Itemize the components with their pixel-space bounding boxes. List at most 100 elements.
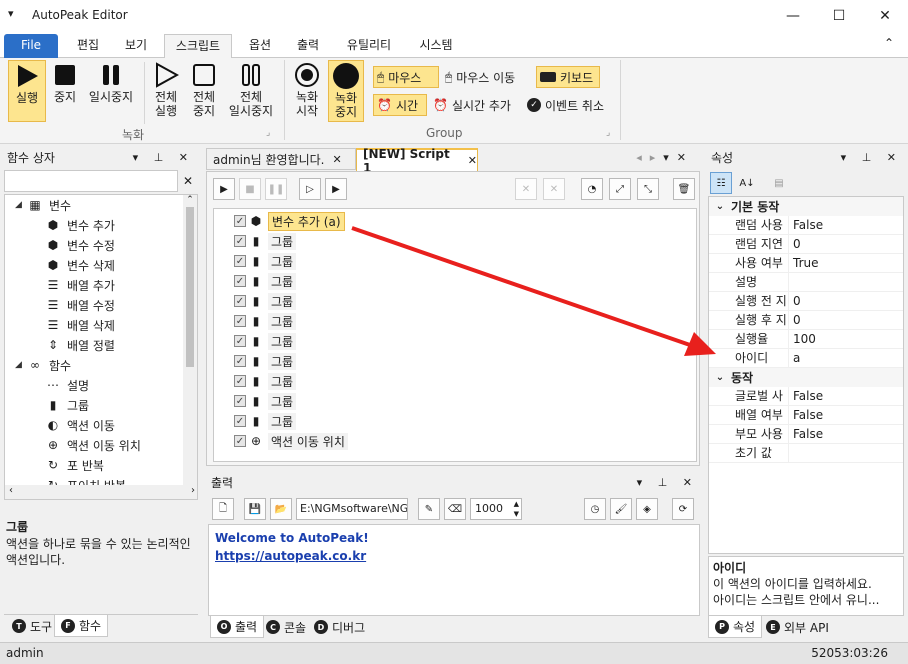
script-row[interactable]: ✓ ▮ 그룹: [234, 311, 696, 331]
tree-item[interactable]: ⊕ 액션 이동 위치: [5, 435, 197, 455]
property-value[interactable]: 0: [789, 292, 801, 311]
tab-console[interactable]: C 콘솔: [260, 616, 312, 638]
script-row[interactable]: ✓ ▮ 그룹: [234, 371, 696, 391]
script-row[interactable]: ✓ ▮ 그룹: [234, 231, 696, 251]
tab-edit[interactable]: 편집: [66, 34, 110, 58]
tree-scrollbar[interactable]: ⌃: [183, 195, 197, 485]
property-row[interactable]: 배열 여부 False: [709, 405, 903, 425]
brush-clear-icon[interactable]: ✎: [418, 498, 440, 520]
script-row[interactable]: ✓ ▮ 그룹: [234, 291, 696, 311]
new-log-icon[interactable]: 🗋: [212, 498, 234, 520]
property-value[interactable]: False: [789, 406, 823, 425]
alphabetical-icon[interactable]: A↓: [736, 172, 758, 194]
pause-all-button[interactable]: 전체 일시중지: [224, 60, 278, 122]
property-row[interactable]: 랜덤 지연 0: [709, 234, 903, 254]
row-checkbox[interactable]: ✓: [234, 375, 246, 387]
minimize-button[interactable]: —: [770, 0, 816, 32]
row-checkbox[interactable]: ✓: [234, 395, 246, 407]
tree-item[interactable]: ⬢ 변수 추가: [5, 215, 197, 235]
eraser-icon[interactable]: ⌫: [444, 498, 466, 520]
refresh-icon[interactable]: ⟳: [672, 498, 694, 520]
pause-icon[interactable]: ❚❚: [265, 178, 287, 200]
tree-category[interactable]: ◢ ▦ 변수: [5, 195, 197, 215]
tree-item[interactable]: ⬢ 변수 수정: [5, 235, 197, 255]
row-checkbox[interactable]: ✓: [234, 235, 246, 247]
expand-toggle-icon[interactable]: ◢: [15, 200, 27, 210]
tree-item[interactable]: ☰ 배열 수정: [5, 295, 197, 315]
scroll-left-icon[interactable]: ‹: [9, 485, 13, 499]
property-row[interactable]: 사용 여부 True: [709, 253, 903, 273]
script-row[interactable]: ✓ ▮ 그룹: [234, 391, 696, 411]
pause-button[interactable]: 일시중지: [84, 60, 138, 122]
run-button[interactable]: 실행: [8, 60, 46, 122]
stepper-arrows-icon[interactable]: ▲ ▼: [514, 499, 519, 519]
tab-tools[interactable]: T 도구: [6, 615, 58, 637]
tab-script[interactable]: 스크립트: [164, 34, 232, 59]
output-link[interactable]: https://autopeak.co.kr: [215, 547, 693, 565]
script-row[interactable]: ✓ ▮ 그룹: [234, 251, 696, 271]
record-stop-button[interactable]: 녹화 중지: [328, 60, 364, 122]
keyboard-record-toggle[interactable]: 키보드: [536, 66, 600, 88]
panel-controls[interactable]: ▾ ⊥ ✕: [841, 148, 902, 168]
collapse-chevron-icon[interactable]: ⌄: [709, 201, 731, 212]
row-checkbox[interactable]: ✓: [234, 215, 246, 227]
tree-category[interactable]: ◢ ∞ 함수: [5, 355, 197, 375]
group-launcher-icon[interactable]: ⌟: [266, 128, 270, 138]
collapse-chevron-icon[interactable]: ⌄: [709, 372, 731, 383]
property-value[interactable]: a: [789, 349, 800, 368]
script-row[interactable]: ✓ ⬢ 변수 추가 (a): [234, 211, 696, 231]
doc-tab-welcome[interactable]: admin님 환영합니다. ✕: [206, 148, 356, 170]
doc-tab-nav[interactable]: ◂▸▾✕: [636, 151, 694, 164]
event-cancel-button[interactable]: ✓ 이벤트 취소: [524, 94, 607, 116]
row-checkbox[interactable]: ✓: [234, 355, 246, 367]
property-value[interactable]: True: [789, 254, 819, 273]
timer-icon[interactable]: ◔: [581, 178, 603, 200]
property-value[interactable]: False: [789, 387, 823, 406]
tree-item[interactable]: ▮ 그룹: [5, 395, 197, 415]
row-checkbox[interactable]: ✓: [234, 275, 246, 287]
doc-tab-script[interactable]: [NEW] Script 1 ✕: [356, 147, 478, 175]
property-value[interactable]: 0: [789, 311, 801, 330]
tree-item[interactable]: ↻ 포 반복: [5, 455, 197, 475]
row-checkbox[interactable]: ✓: [234, 335, 246, 347]
step-icon[interactable]: ▷: [299, 178, 321, 200]
property-row[interactable]: 실행 후 지0: [709, 310, 903, 330]
property-row[interactable]: 랜덤 사용 False: [709, 215, 903, 235]
run-to-icon[interactable]: ▶: [325, 178, 347, 200]
property-category[interactable]: ⌄ 기본 동작: [709, 197, 903, 216]
search-clear-button[interactable]: ✕: [178, 170, 198, 192]
tree-item[interactable]: ⇕ 배열 정렬: [5, 335, 197, 355]
property-value[interactable]: False: [789, 425, 823, 444]
output-path-input[interactable]: E:\NGMsoftware\NG: [296, 498, 408, 520]
tree-item[interactable]: ☰ 배열 추가: [5, 275, 197, 295]
tab-debug[interactable]: D 디버그: [308, 616, 371, 638]
function-search-input[interactable]: [4, 170, 178, 192]
mouse-move-toggle[interactable]: 🖱 마우스 이동: [442, 66, 518, 88]
categorized-icon[interactable]: ☷: [710, 172, 732, 194]
tab-file[interactable]: File: [4, 34, 58, 58]
row-checkbox[interactable]: ✓: [234, 295, 246, 307]
clock-icon[interactable]: ◷: [584, 498, 606, 520]
row-checkbox[interactable]: ✓: [234, 415, 246, 427]
run-all-button[interactable]: 전체 실행: [150, 60, 182, 122]
tab-output[interactable]: 출력: [286, 34, 330, 58]
row-checkbox[interactable]: ✓: [234, 255, 246, 267]
property-row[interactable]: 초기 값: [709, 443, 903, 463]
tree-item[interactable]: ◐ 액션 이동: [5, 415, 197, 435]
tab-view[interactable]: 보기: [114, 34, 158, 58]
save-icon[interactable]: 💾: [244, 498, 266, 520]
expand-toggle-icon[interactable]: ◢: [15, 360, 27, 370]
system-menu-icon[interactable]: ▾: [8, 7, 14, 20]
row-checkbox[interactable]: ✓: [234, 315, 246, 327]
time-record-toggle[interactable]: ⏰ 시간: [373, 94, 427, 116]
script-row[interactable]: ✓ ▮ 그룹: [234, 411, 696, 431]
tab-external-api[interactable]: E 외부 API: [760, 616, 835, 638]
cancel-all-icon[interactable]: ✕: [543, 178, 565, 200]
property-row[interactable]: 실행율 100: [709, 329, 903, 349]
tab-properties[interactable]: P 속성: [708, 616, 763, 638]
tab-system[interactable]: 시스템: [408, 34, 464, 58]
tab-utility[interactable]: 유틸리티: [336, 34, 402, 58]
mouse-record-toggle[interactable]: 🖱 마우스: [373, 66, 439, 88]
folder-icon[interactable]: 📂: [270, 498, 292, 520]
tab-output-log[interactable]: O 출력: [210, 616, 265, 638]
